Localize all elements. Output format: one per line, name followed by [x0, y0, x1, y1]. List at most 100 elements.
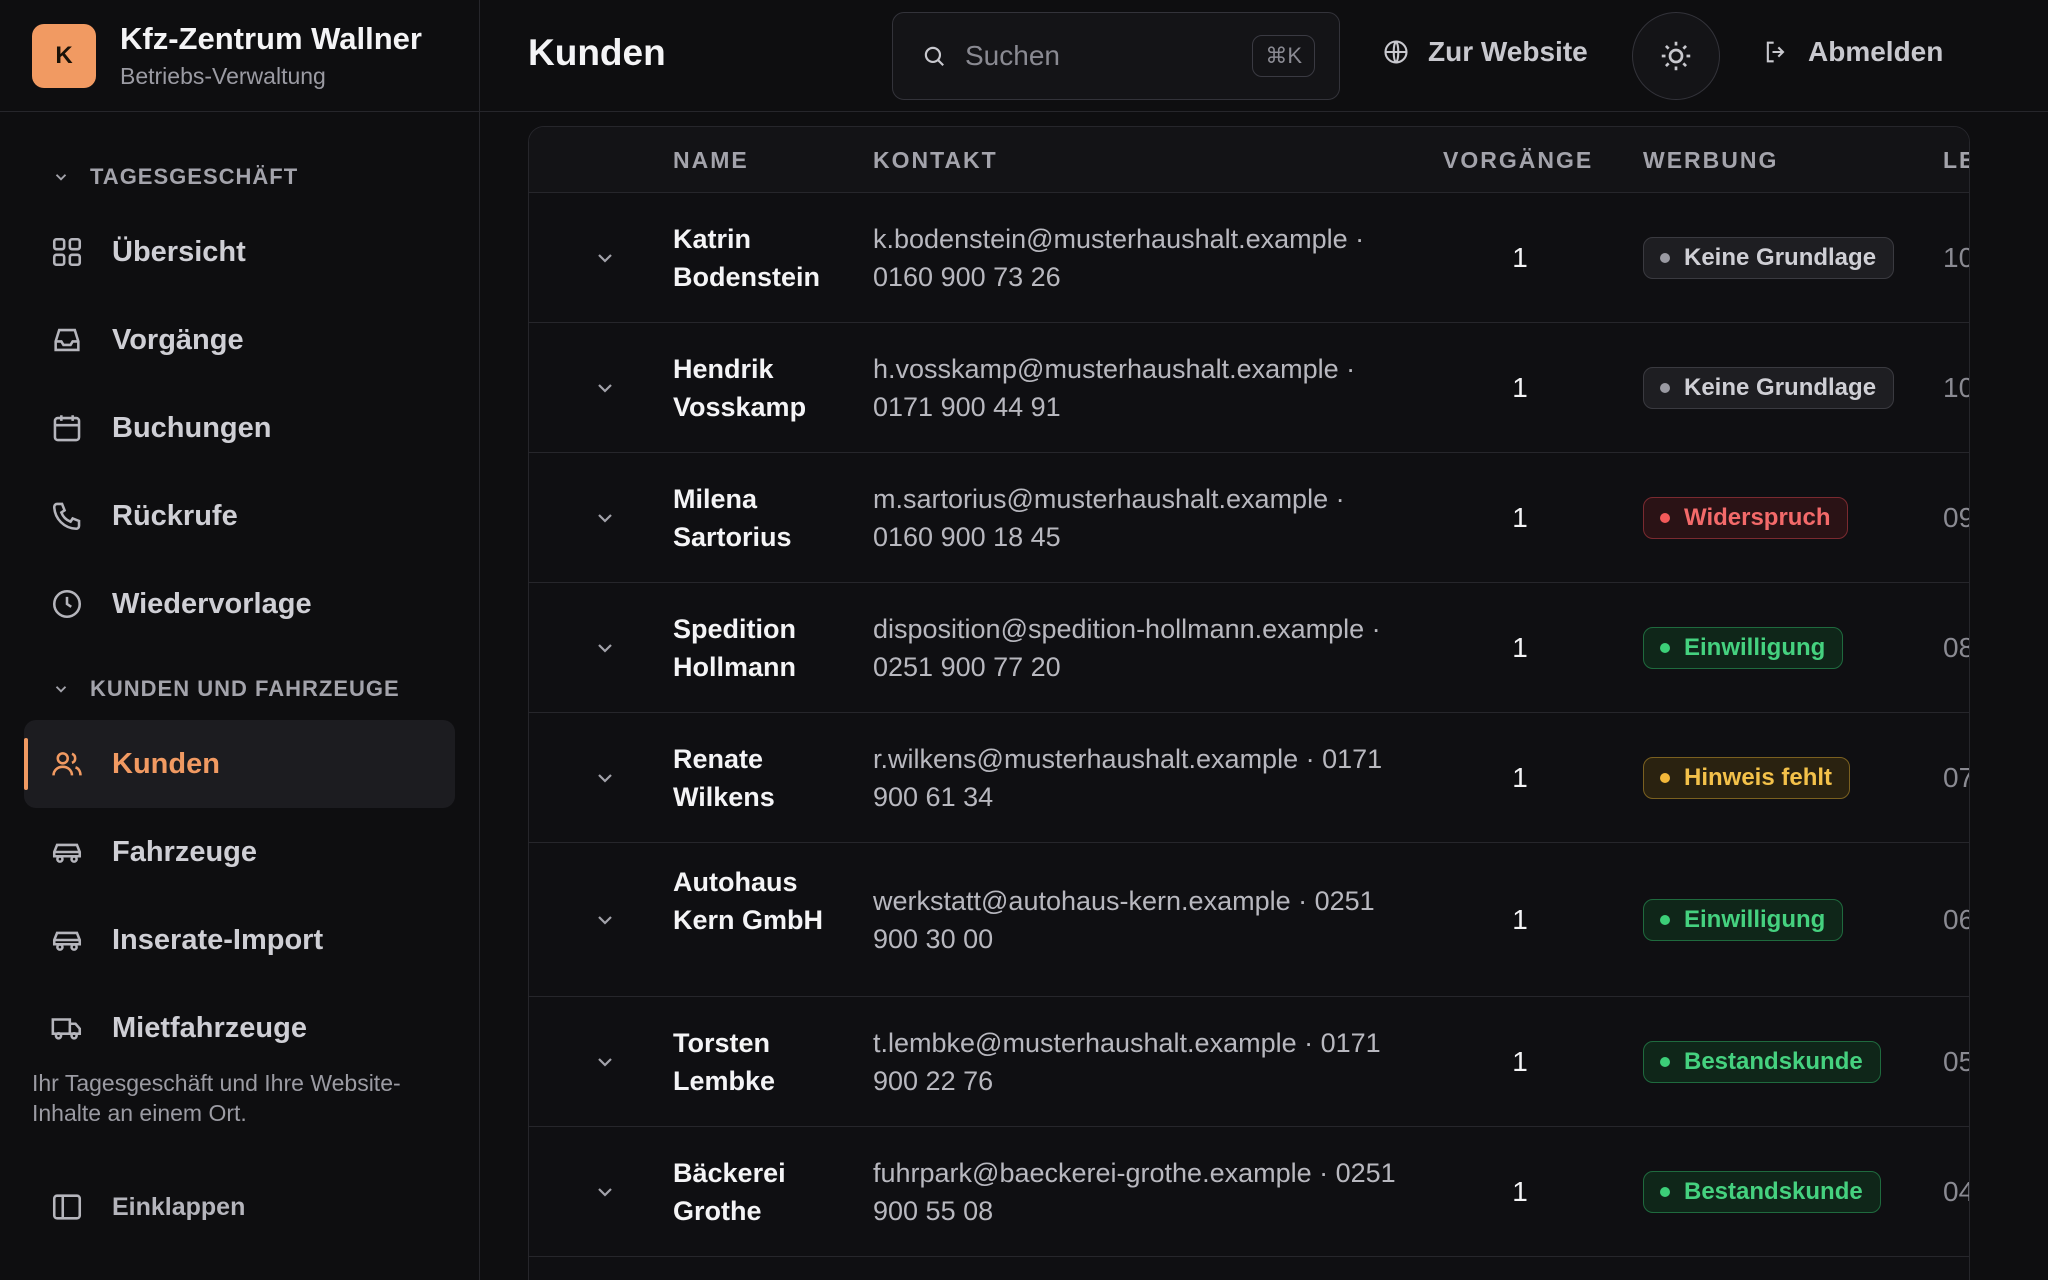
chevron-down-icon[interactable] — [593, 908, 617, 932]
sidebar-item-mietfahrzeuge[interactable]: Mietfahrzeuge — [0, 984, 479, 1072]
column-header-name[interactable]: NAME — [673, 147, 749, 174]
sidebar: K Kfz-Zentrum Wallner Betriebs-Verwaltun… — [0, 0, 480, 1280]
sidebar-item-kunden[interactable]: Kunden — [24, 720, 455, 808]
chevron-down-icon[interactable] — [593, 1180, 617, 1204]
ads-consent-badge: Keine Grundlage — [1643, 237, 1895, 279]
sidebar-item-vorgaenge[interactable]: Vorgänge — [0, 296, 479, 384]
status-dot — [1660, 1187, 1670, 1197]
sidebar-item-label: Rückrufe — [112, 499, 238, 532]
customer-contact: k.bodenstein@musterhaushalt.example · 01… — [873, 224, 1365, 292]
table-row[interactable]: Milena Sartorius m.sartorius@musterhausha… — [529, 453, 1969, 583]
collapse-button[interactable]: Einklappen — [50, 1190, 245, 1224]
chevron-down-icon[interactable] — [593, 506, 617, 530]
ads-consent-badge: Einwilligung — [1643, 899, 1844, 941]
brand-title: Kfz-Zentrum Wallner — [120, 21, 422, 56]
sidebar-item-inserate-import[interactable]: Inserate-Import — [0, 896, 479, 984]
last-contact: 04 — [1943, 1176, 1969, 1207]
case-count: 1 — [1512, 242, 1528, 273]
status-dot — [1660, 915, 1670, 925]
car-icon — [52, 931, 82, 951]
main-content: Kunden ⌘K Zur Website Abmelden NAME KONT… — [480, 0, 2048, 1280]
column-header-last[interactable]: LE — [1943, 147, 1969, 174]
customer-contact: m.sartorius@musterhaushalt.example · 016… — [873, 484, 1345, 552]
sun-icon — [1661, 41, 1691, 71]
search-input[interactable] — [965, 40, 1225, 72]
customer-name: Torsten Lembke — [673, 1028, 776, 1096]
sidebar-item-wiedervorlage[interactable]: Wiedervorlage — [0, 560, 479, 648]
brand-logo: K — [32, 23, 96, 88]
chevron-down-icon[interactable] — [593, 1050, 617, 1074]
customer-name: Milena Sartorius — [673, 484, 792, 552]
table-row[interactable]: Torsten Lembke t.lembke@musterhaushalt.ex… — [529, 997, 1969, 1127]
sidebar-item-buchungen[interactable]: Buchungen — [0, 384, 479, 472]
truck-icon — [51, 1018, 82, 1040]
sidebar-item-fahrzeuge[interactable]: Fahrzeuge — [0, 808, 479, 896]
ads-consent-badge: Einwilligung — [1643, 627, 1844, 669]
customer-contact: fuhrpark@baeckerei-grothe.example · 0251… — [873, 1158, 1396, 1226]
ads-consent-label: Keine Grundlage — [1684, 374, 1877, 401]
ads-consent-label: Einwilligung — [1684, 906, 1826, 933]
sidebar-item-label: Kunden — [112, 747, 220, 780]
brand: K Kfz-Zentrum Wallner Betriebs-Verwaltun… — [0, 0, 479, 112]
status-dot — [1660, 253, 1670, 263]
sidebar-item-rueckrufe[interactable]: Rückrufe — [0, 472, 479, 560]
sidebar-nav: TAGESGESCHÄFT Übersicht Vorgänge Buchung… — [0, 112, 479, 1072]
table-header: NAME KONTAKT VORGÄNGE WERBUNG LE — [529, 127, 1969, 193]
status-dot — [1660, 773, 1670, 783]
table-row[interactable]: Katrin Bodenstein k.bodenstein@musterhaus… — [529, 193, 1969, 323]
customer-name: Autohaus Kern GmbH — [673, 867, 824, 935]
case-count: 1 — [1512, 502, 1528, 533]
chevron-down-icon — [55, 686, 67, 693]
ads-consent-badge: Bestandskunde — [1643, 1171, 1881, 1213]
ads-consent-badge: Widerspruch — [1643, 497, 1849, 539]
theme-toggle-button[interactable] — [1632, 12, 1720, 100]
sidebar-toggle-icon — [52, 1194, 82, 1220]
column-header-ads[interactable]: WERBUNG — [1643, 147, 1778, 174]
status-dot — [1660, 513, 1670, 523]
case-count: 1 — [1512, 372, 1528, 403]
sidebar-item-label: Fahrzeuge — [112, 835, 258, 868]
topbar: Kunden ⌘K Zur Website Abmelden — [480, 0, 2048, 112]
last-contact: 05 — [1943, 1046, 1969, 1077]
table-row[interactable]: Renate Wilkens r.wilkens@musterhaushalt.e… — [529, 713, 1969, 843]
section-kunden-fahrzeuge[interactable]: KUNDEN UND FAHRZEUGE — [0, 658, 479, 720]
section-tagesgeschaeft[interactable]: TAGESGESCHÄFT — [0, 146, 479, 208]
logout-button[interactable]: Abmelden — [1762, 36, 1943, 68]
customer-name: Hendrik Vosskamp — [673, 354, 807, 422]
chevron-down-icon[interactable] — [593, 766, 617, 790]
last-contact: 10 — [1943, 372, 1969, 403]
case-count: 1 — [1512, 762, 1528, 793]
chevron-down-icon[interactable] — [593, 636, 617, 660]
table-row[interactable]: Hendrik Vosskamp h.vosskamp@musterhaushal… — [529, 323, 1969, 453]
ads-consent-badge: Bestandskunde — [1643, 1041, 1881, 1083]
ads-consent-label: Bestandskunde — [1684, 1048, 1863, 1075]
car-icon — [52, 843, 82, 863]
customer-name: Renate Wilkens — [673, 744, 775, 812]
customer-name: Katrin Bodenstein — [673, 224, 821, 292]
chevron-down-icon[interactable] — [593, 246, 617, 270]
status-dot — [1660, 1057, 1670, 1067]
table-row[interactable]: Autohaus Kern GmbH werkstatt@autohaus-ker… — [529, 843, 1969, 997]
ads-consent-label: Einwilligung — [1684, 634, 1826, 661]
ads-consent-label: Widerspruch — [1684, 504, 1831, 531]
ads-consent-label: Hinweis fehlt — [1684, 764, 1833, 791]
customer-contact: werkstatt@autohaus-kern.example · 0251 9… — [873, 886, 1375, 954]
website-link-label: Zur Website — [1428, 36, 1588, 67]
search-box[interactable]: ⌘K — [892, 12, 1340, 100]
column-header-cases[interactable]: VORGÄNGE — [1443, 147, 1593, 174]
clock-icon — [52, 589, 82, 619]
shortcut-hint: ⌘K — [1252, 35, 1315, 77]
column-header-contact[interactable]: KONTAKT — [873, 147, 998, 174]
website-link[interactable]: Zur Website — [1382, 36, 1588, 68]
collapse-label: Einklappen — [112, 1192, 246, 1221]
section-label: KUNDEN UND FAHRZEUGE — [90, 676, 400, 701]
last-contact: 09 — [1943, 502, 1969, 533]
chevron-down-icon[interactable] — [593, 376, 617, 400]
users-icon — [52, 752, 82, 776]
last-contact: 06 — [1943, 904, 1969, 935]
case-count: 1 — [1512, 632, 1528, 663]
sidebar-item-uebersicht[interactable]: Übersicht — [0, 208, 479, 296]
status-dot — [1660, 643, 1670, 653]
table-row[interactable]: Spedition Hollmann disposition@spedition-… — [529, 583, 1969, 713]
table-row[interactable]: Bäckerei Grothe fuhrpark@baeckerei-grothe… — [529, 1127, 1969, 1257]
